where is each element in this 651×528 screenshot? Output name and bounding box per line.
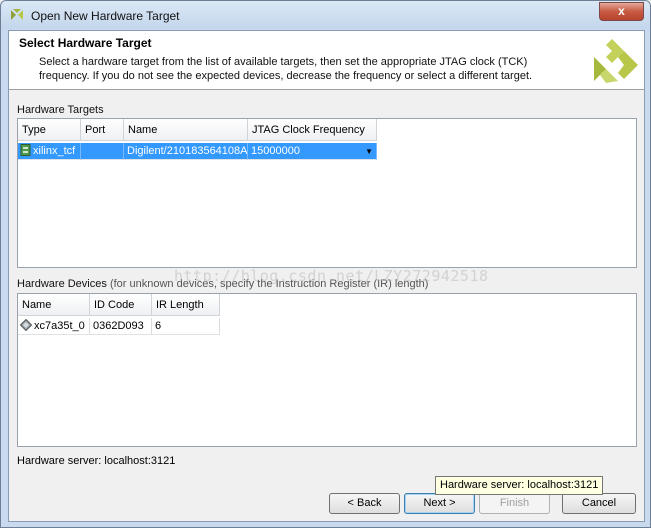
xilinx-brand-logo [594,39,638,83]
cancel-button[interactable]: Cancel [562,493,636,514]
hardware-targets-label: Hardware Targets [17,104,104,116]
xilinx-logo-icon [11,9,23,20]
chevron-down-icon[interactable]: ▼ [365,143,373,159]
dialog-window: Open New Hardware Target x Select Hardwa… [0,0,651,528]
window-title: Open New Hardware Target [31,9,180,23]
hardware-devices-table[interactable]: Name ID Code IR Length xc7a35t_0 0362D09… [17,293,637,447]
target-type: xilinx_tcf [33,145,76,157]
cell-port [81,143,124,160]
hardware-server-status: Hardware server: localhost:3121 [17,455,176,467]
fpga-chip-icon [19,318,33,332]
col-type[interactable]: Type [18,119,81,141]
close-button[interactable]: x [599,2,644,21]
close-icon: x [618,4,625,18]
cell-id-code: 0362D093 [90,318,152,335]
col-id-code[interactable]: ID Code [90,294,152,316]
page-title: Select Hardware Target [19,36,152,50]
dialog-content: Select Hardware Target Select a hardware… [8,30,645,522]
col-device-name[interactable]: Name [18,294,90,316]
hardware-targets-table[interactable]: Type Port Name JTAG Clock Frequency xili… [17,118,637,268]
col-jtag-clock-frequency[interactable]: JTAG Clock Frequency [248,119,377,141]
hardware-server-tooltip: Hardware server: localhost:3121 [435,476,604,495]
col-name[interactable]: Name [124,119,248,141]
back-button[interactable]: < Back [329,493,400,514]
hardware-devices-title: Hardware Devices [17,278,107,290]
finish-button[interactable]: Finish [479,493,550,514]
cell-device-name: xc7a35t_0 [18,318,90,335]
wizard-header: Select Hardware Target Select a hardware… [9,31,644,90]
title-bar[interactable]: Open New Hardware Target x [1,1,650,29]
target-board-icon [20,144,31,156]
page-description: Select a hardware target from the list o… [39,56,533,82]
jtag-frequency-value: 15000000 [251,145,300,157]
watermark-text: http://blog.csdn.net/LZY272942518 [174,267,489,285]
device-name: xc7a35t_0 [34,320,85,332]
next-button[interactable]: Next > [404,493,475,514]
jtag-frequency-dropdown[interactable]: 15000000 ▼ [248,143,377,160]
cell-type: xilinx_tcf [18,143,81,160]
cell-name: Digilent/210183564108A [124,143,248,160]
ir-length-field[interactable]: 6 [152,318,220,335]
col-port[interactable]: Port [81,119,124,141]
col-ir-length[interactable]: IR Length [152,294,220,316]
